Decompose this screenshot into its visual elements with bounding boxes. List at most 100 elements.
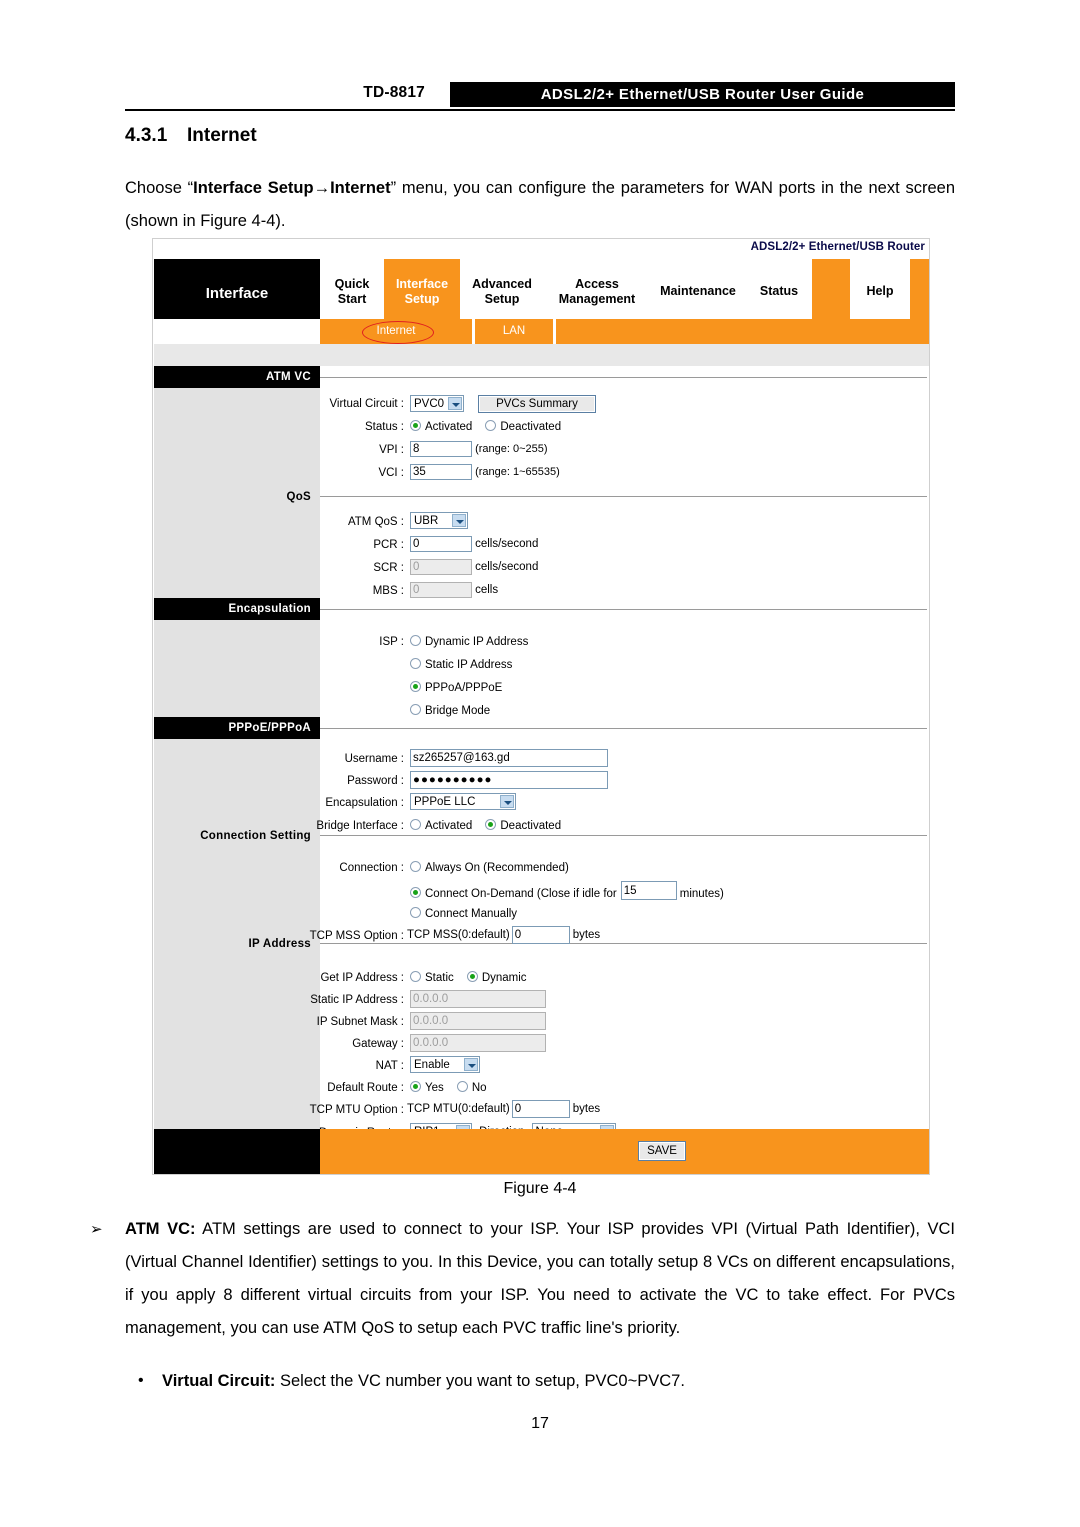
select-value: PVC0 xyxy=(414,398,445,410)
status-deactivated-radio[interactable] xyxy=(485,420,497,431)
device-model-label: ADSL2/2+ Ethernet/USB Router xyxy=(750,241,925,253)
vci-input[interactable] xyxy=(410,464,472,480)
username-input[interactable] xyxy=(410,749,608,767)
connection-manual-radio[interactable] xyxy=(410,907,421,918)
subtab-lan[interactable]: LAN xyxy=(475,319,553,344)
connection-always-on-radio[interactable] xyxy=(410,861,421,872)
tab-label: Status xyxy=(759,284,799,298)
idle-unit-label: minutes) xyxy=(679,887,724,900)
field-label: TCP MTU Option : xyxy=(309,1104,404,1116)
tab-maintenance[interactable]: Maintenance xyxy=(650,259,746,319)
vpi-input[interactable] xyxy=(410,441,472,457)
default-route-no-radio[interactable] xyxy=(456,1081,468,1092)
idle-minutes-input[interactable] xyxy=(620,881,677,900)
tcp-mss-prefix: TCP MSS(0:default) xyxy=(407,929,510,941)
field-label: Get IP Address : xyxy=(320,972,404,984)
bullet-text: ATM VC: ATM settings are used to connect… xyxy=(125,1220,956,1337)
ui-body: ATM VC QoS Encapsulation PPPoE/PPPoA Con… xyxy=(154,366,929,1174)
gray-strip xyxy=(154,344,929,366)
tcp-mtu-input[interactable] xyxy=(511,1100,570,1118)
connection-on-demand-radio[interactable] xyxy=(410,886,421,898)
gateway-input[interactable] xyxy=(410,1034,546,1052)
radio-label: Connect On-Demand (Close if idle for xyxy=(425,887,617,900)
chevron-down-icon xyxy=(500,795,514,808)
save-button[interactable]: SAVE xyxy=(638,1141,686,1161)
field-label: Bridge Interface : xyxy=(316,820,404,832)
select-value: Enable xyxy=(414,1059,450,1071)
tcp-mtu-prefix: TCP MTU(0:default) xyxy=(407,1103,510,1115)
sidebar-label: Encapsulation xyxy=(228,603,311,615)
section-title: Internet xyxy=(187,125,257,146)
bullet-dot-icon: • xyxy=(138,1372,144,1389)
subtab-separator xyxy=(553,319,556,344)
field-label: SCR : xyxy=(373,562,404,574)
section-divider xyxy=(320,609,927,610)
radio-label: Connect Manually xyxy=(425,908,518,920)
encapsulation-select[interactable]: PPPoE LLC xyxy=(410,793,516,810)
router-web-ui: ADSL2/2+ Ethernet/USB Router Interface Q… xyxy=(152,238,930,1175)
pcr-input[interactable] xyxy=(410,536,472,552)
pvcs-summary-button[interactable]: PVCs Summary xyxy=(478,395,596,413)
footer-black-panel xyxy=(154,1129,320,1174)
radio-label: Static IP Address xyxy=(425,659,513,671)
bullet-text: Virtual Circuit: Select the VC number yo… xyxy=(162,1372,685,1390)
field-label: MBS : xyxy=(372,585,404,597)
password-input[interactable] xyxy=(410,771,608,789)
tab-advanced-setup[interactable]: Advanced Setup xyxy=(460,259,544,319)
tab-status[interactable]: Status xyxy=(746,259,812,319)
status-activated-radio[interactable] xyxy=(410,420,421,431)
sidebar-item-encapsulation: Encapsulation xyxy=(154,598,320,620)
radio-label: Dynamic xyxy=(481,972,527,984)
field-label: Gateway : xyxy=(352,1038,404,1050)
tab-interface-setup[interactable]: Interface Setup xyxy=(384,259,460,319)
radio-label: No xyxy=(471,1082,487,1094)
subnet-mask-input[interactable] xyxy=(410,1012,546,1030)
scr-input[interactable] xyxy=(410,559,472,575)
field-label: Default Route : xyxy=(327,1082,404,1094)
chevron-down-icon xyxy=(464,1058,478,1071)
nat-select[interactable]: Enable xyxy=(410,1056,480,1073)
bullet-atm-vc: ➢ ATM VC: ATM settings are used to conne… xyxy=(90,1213,956,1345)
field-label: VPI : xyxy=(379,444,404,456)
get-ip-dynamic-radio[interactable] xyxy=(466,971,478,982)
subtab-internet[interactable]: Internet xyxy=(320,319,472,344)
field-label: Password : xyxy=(347,775,404,787)
virtual-circuit-select[interactable]: PVC0 xyxy=(410,395,464,412)
footer-orange-panel: SAVE xyxy=(320,1129,929,1174)
bullet-marker-icon: ➢ xyxy=(90,1221,103,1238)
tcp-mss-input[interactable] xyxy=(511,926,570,944)
atm-qos-select[interactable]: UBR xyxy=(410,512,468,529)
chevron-down-icon xyxy=(452,514,466,527)
section-divider xyxy=(320,728,927,729)
intro-paragraph: Choose “Interface Setup→Internet” menu, … xyxy=(125,179,956,230)
mbs-unit: cells xyxy=(475,584,499,596)
static-ip-input[interactable] xyxy=(410,990,546,1008)
field-label: VCI : xyxy=(378,467,404,479)
field-label: PCR : xyxy=(373,539,404,551)
isp-bridge-mode-radio[interactable] xyxy=(410,704,421,715)
bridge-deactivated-radio[interactable] xyxy=(485,819,497,830)
radio-label: PPPoA/PPPoE xyxy=(425,682,503,694)
section-divider xyxy=(320,835,927,836)
tab-label: Maintenance xyxy=(660,284,736,298)
tab-quick-start[interactable]: Quick Start xyxy=(320,259,384,319)
tab-label: Quick Start xyxy=(334,277,370,306)
select-value: PPPoE LLC xyxy=(414,796,476,808)
isp-pppoa-pppoe-radio[interactable] xyxy=(410,681,421,692)
tab-access-management[interactable]: Access Management xyxy=(544,259,650,319)
sidebar-label: ATM VC xyxy=(265,371,311,383)
field-label: Connection : xyxy=(339,862,404,874)
isp-static-ip-radio[interactable] xyxy=(410,658,421,669)
page-title: 4.3.1 Internet xyxy=(125,125,257,147)
default-route-yes-radio[interactable] xyxy=(410,1081,421,1092)
field-label: Username : xyxy=(344,753,404,765)
sub-menu-bar: Internet LAN xyxy=(320,319,929,344)
isp-dynamic-ip-radio[interactable] xyxy=(410,635,421,646)
radio-label: Activated xyxy=(425,820,473,832)
mbs-input[interactable] xyxy=(410,582,472,598)
subtab-label: LAN xyxy=(502,325,526,337)
tab-help[interactable]: Help xyxy=(850,259,910,319)
field-label: ATM QoS : xyxy=(347,516,404,528)
bridge-activated-radio[interactable] xyxy=(410,819,421,830)
get-ip-static-radio[interactable] xyxy=(410,971,421,982)
